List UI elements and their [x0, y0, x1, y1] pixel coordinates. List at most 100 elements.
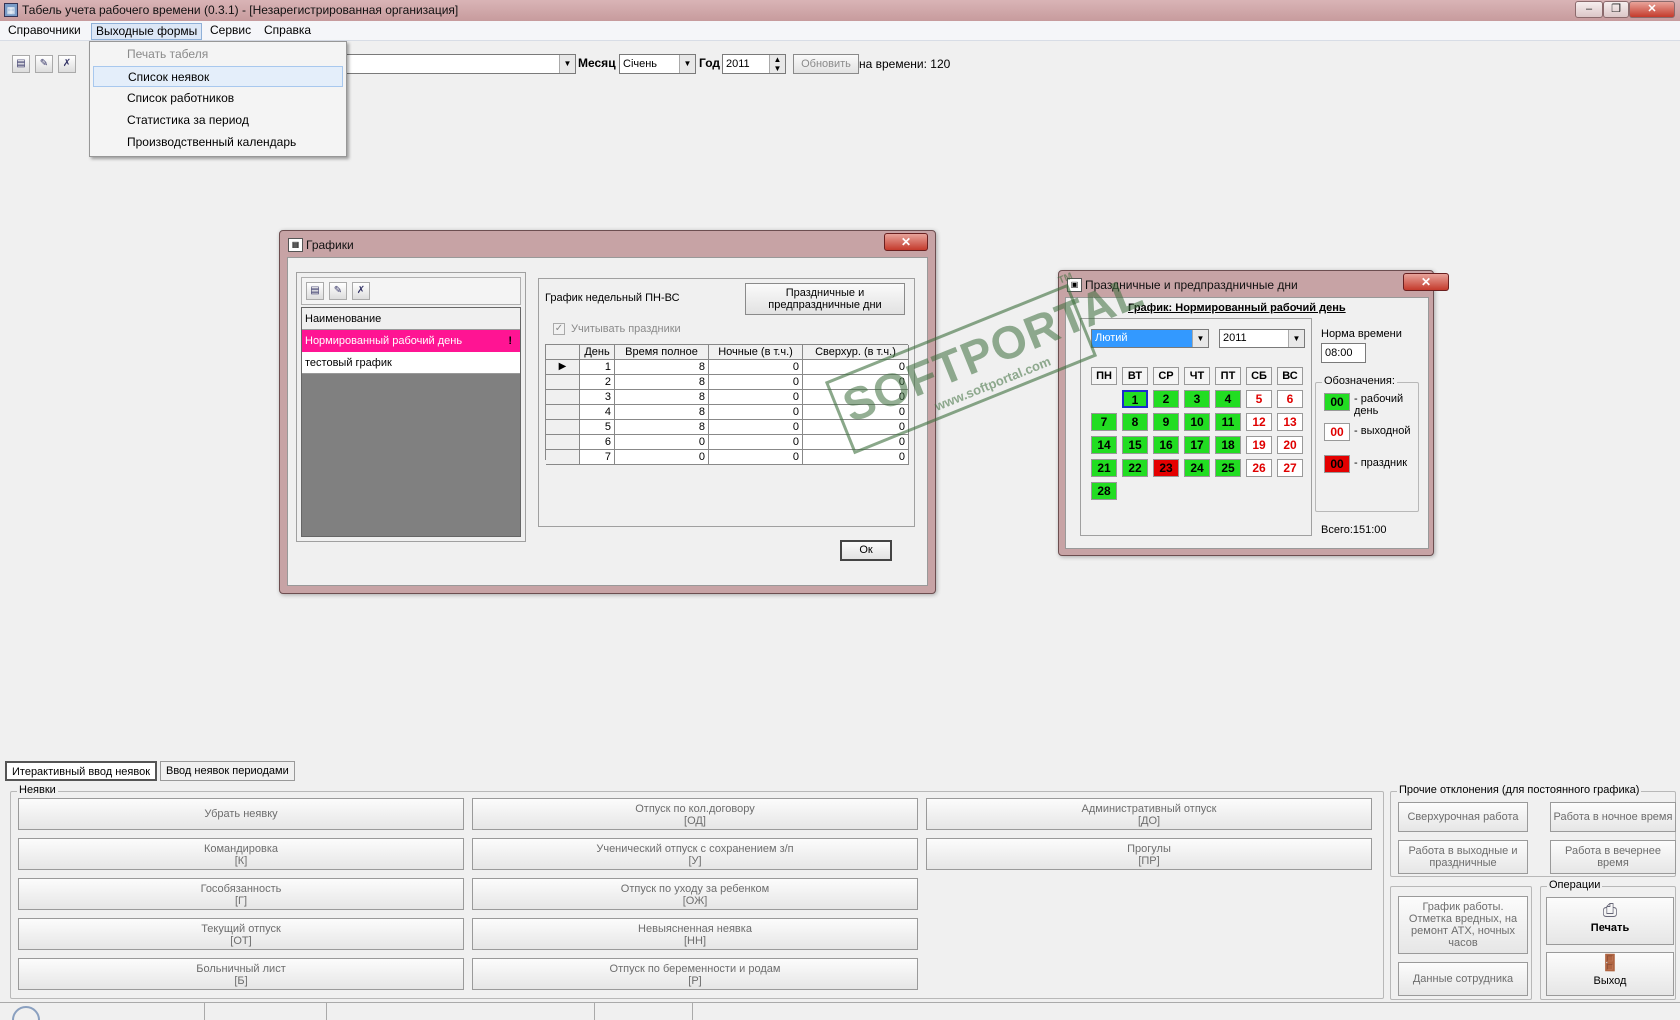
- grid-cell[interactable]: 4: [580, 405, 615, 420]
- grid-cell[interactable]: 1: [580, 360, 615, 375]
- grid-cell[interactable]: 0: [615, 450, 709, 465]
- grid-cell[interactable]: 0: [709, 435, 803, 450]
- grid-cell[interactable]: 2: [580, 375, 615, 390]
- close-button[interactable]: ✕: [1629, 1, 1675, 18]
- add-schedule-icon[interactable]: ▤: [306, 282, 324, 300]
- print-button[interactable]: ⎙ Печать: [1546, 897, 1674, 945]
- norm-input[interactable]: 08:00: [1321, 343, 1366, 363]
- night-work-button[interactable]: Работа в ночное время: [1550, 802, 1676, 832]
- grid-cell[interactable]: 8: [615, 420, 709, 435]
- calendar-day[interactable]: 27: [1277, 459, 1303, 477]
- childcare-leave-button[interactable]: Отпуск по уходу за ребенком [ОЖ]: [472, 878, 918, 910]
- close-icon[interactable]: ✕: [1403, 273, 1449, 291]
- sick-leave-button[interactable]: Больничный лист [Б]: [18, 958, 464, 990]
- tab-interactive-entry[interactable]: Итерактивный ввод неявок: [5, 761, 158, 781]
- edit-record-icon[interactable]: ✎: [35, 55, 53, 73]
- grid-cell[interactable]: 0: [709, 450, 803, 465]
- employee-data-button[interactable]: Данные сотрудника: [1398, 962, 1528, 996]
- current-leave-button[interactable]: Текущий отпуск [ОТ]: [18, 918, 464, 950]
- calendar-day[interactable]: 4: [1215, 390, 1241, 408]
- grid-cell[interactable]: 8: [615, 375, 709, 390]
- grid-cell[interactable]: 8: [615, 405, 709, 420]
- department-combo[interactable]: ▼: [340, 54, 576, 74]
- calendar-day[interactable]: 24: [1184, 459, 1210, 477]
- list-item[interactable]: Нормированный рабочий день!: [302, 330, 520, 352]
- grid-cell[interactable]: 7: [580, 450, 615, 465]
- grid-cell[interactable]: 0: [709, 360, 803, 375]
- calendar-day[interactable]: 20: [1277, 436, 1303, 454]
- weekend-work-button[interactable]: Работа в выходные и праздничные: [1398, 840, 1528, 874]
- business-trip-button[interactable]: Командировка [К]: [18, 838, 464, 870]
- maternity-leave-button[interactable]: Отпуск по беременности и родам [Р]: [472, 958, 918, 990]
- menu-item-employee-list[interactable]: Список работников: [93, 88, 343, 109]
- close-icon[interactable]: ✕: [884, 233, 928, 251]
- calendar-day[interactable]: 15: [1122, 436, 1148, 454]
- menu-help[interactable]: Справка: [260, 23, 315, 40]
- grid-cell[interactable]: 5: [580, 420, 615, 435]
- refresh-button[interactable]: Обновить: [793, 54, 859, 74]
- work-schedule-button[interactable]: График работы. Отметка вредных, на ремон…: [1398, 896, 1528, 954]
- evening-work-button[interactable]: Работа в вечернее время: [1550, 840, 1676, 874]
- delete-record-icon[interactable]: ✗: [58, 55, 76, 73]
- calendar-day[interactable]: 16: [1153, 436, 1179, 454]
- menu-item-print-timesheet[interactable]: Печать табеля: [93, 44, 343, 65]
- grid-cell[interactable]: 0: [709, 405, 803, 420]
- ok-button[interactable]: Ок: [840, 540, 892, 561]
- calendar-day[interactable]: 12: [1246, 413, 1272, 431]
- calendar-day[interactable]: 7: [1091, 413, 1117, 431]
- menu-directories[interactable]: Справочники: [4, 23, 85, 40]
- edit-schedule-icon[interactable]: ✎: [329, 282, 347, 300]
- calendar-day[interactable]: 18: [1215, 436, 1241, 454]
- maximize-button[interactable]: ❐: [1603, 1, 1629, 18]
- unexplained-absence-button[interactable]: Невыясненная неявка [НН]: [472, 918, 918, 950]
- menu-service[interactable]: Сервис: [206, 23, 255, 40]
- exit-button[interactable]: 🚪 Выход: [1546, 952, 1674, 996]
- calendar-day[interactable]: 3: [1184, 390, 1210, 408]
- list-item[interactable]: тестовый график: [302, 352, 520, 374]
- delete-schedule-icon[interactable]: ✗: [352, 282, 370, 300]
- calendar-day[interactable]: 13: [1277, 413, 1303, 431]
- calendar-day[interactable]: 14: [1091, 436, 1117, 454]
- add-record-icon[interactable]: ▤: [12, 55, 30, 73]
- state-duty-button[interactable]: Гособязанность [Г]: [18, 878, 464, 910]
- year-spinner[interactable]: 2011 ▲ ▼: [722, 54, 786, 74]
- calendar-day[interactable]: 5: [1246, 390, 1272, 408]
- menu-item-period-stats[interactable]: Статистика за период: [93, 110, 343, 131]
- calendar-day[interactable]: 1: [1122, 390, 1148, 408]
- calendar-day[interactable]: 6: [1277, 390, 1303, 408]
- calendar-day[interactable]: 2: [1153, 390, 1179, 408]
- truancy-button[interactable]: Прогулы [ПР]: [926, 838, 1372, 870]
- study-leave-button[interactable]: Ученический отпуск с сохранением з/п [У]: [472, 838, 918, 870]
- calendar-day[interactable]: 11: [1215, 413, 1241, 431]
- grid-cell[interactable]: 6: [580, 435, 615, 450]
- calendar-day[interactable]: 10: [1184, 413, 1210, 431]
- menu-output-forms[interactable]: Выходные формы: [91, 23, 203, 40]
- grid-cell[interactable]: 0: [709, 420, 803, 435]
- calendar-day[interactable]: 25: [1215, 459, 1241, 477]
- calendar-day[interactable]: 28: [1091, 482, 1117, 500]
- menu-item-production-calendar[interactable]: Производственный календарь: [93, 132, 343, 153]
- calendar-day[interactable]: 8: [1122, 413, 1148, 431]
- calendar-day[interactable]: 19: [1246, 436, 1272, 454]
- grid-cell[interactable]: 8: [615, 390, 709, 405]
- grid-cell[interactable]: 0: [615, 435, 709, 450]
- calendar-day[interactable]: 23: [1153, 459, 1179, 477]
- grid-cell[interactable]: 0: [709, 390, 803, 405]
- minimize-button[interactable]: –: [1575, 1, 1603, 18]
- grid-cell[interactable]: 3: [580, 390, 615, 405]
- calendar-day[interactable]: 22: [1122, 459, 1148, 477]
- calendar-day[interactable]: 17: [1184, 436, 1210, 454]
- remove-absence-button[interactable]: Убрать неявку: [18, 798, 464, 830]
- calendar-day[interactable]: 9: [1153, 413, 1179, 431]
- admin-leave-button[interactable]: Административный отпуск [ДО]: [926, 798, 1372, 830]
- grid-cell[interactable]: 0: [709, 375, 803, 390]
- spinner-arrows-icon[interactable]: ▲ ▼: [769, 55, 785, 73]
- holidays-button[interactable]: Праздничные и предпраздничные дни: [745, 283, 905, 315]
- grid-cell[interactable]: 8: [615, 360, 709, 375]
- tab-period-entry[interactable]: Ввод неявок периодами: [160, 761, 295, 781]
- overtime-button[interactable]: Сверхурочная работа: [1398, 802, 1528, 832]
- calendar-day[interactable]: 26: [1246, 459, 1272, 477]
- menu-item-absence-list[interactable]: Список неявок: [93, 66, 343, 87]
- holidays-checkbox[interactable]: ✓: [553, 323, 565, 335]
- month-select[interactable]: Січень ▼: [619, 54, 696, 74]
